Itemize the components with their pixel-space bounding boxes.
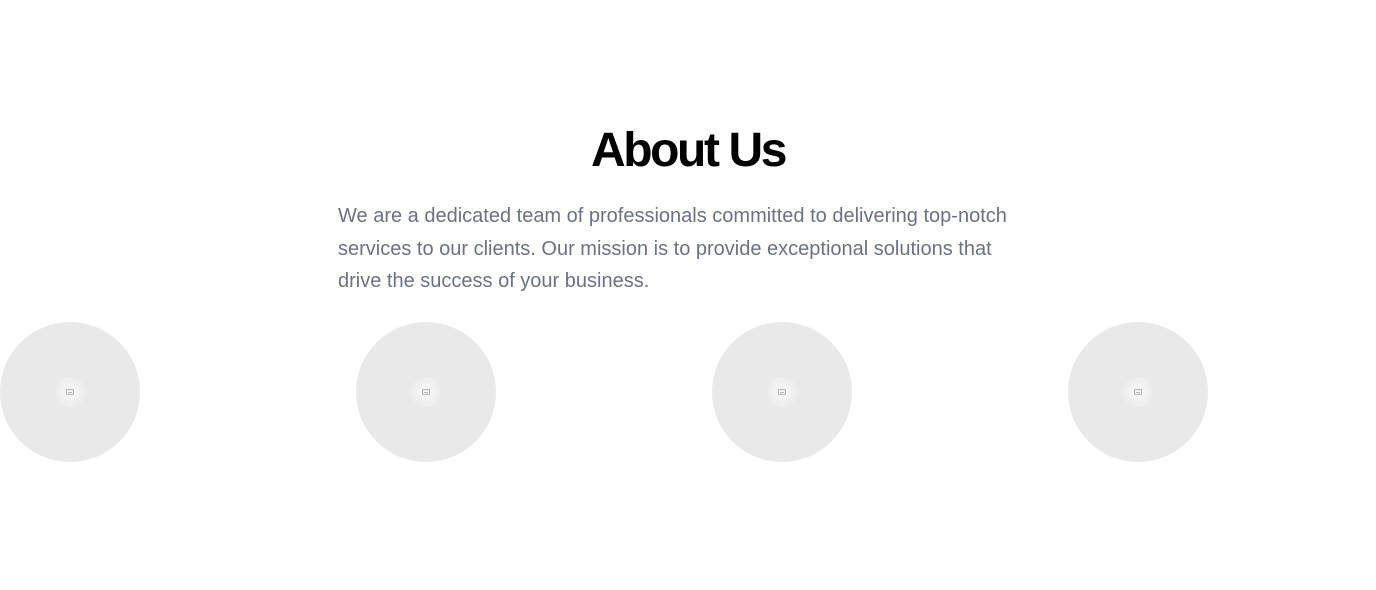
team-avatar bbox=[712, 322, 852, 462]
image-placeholder-icon bbox=[778, 389, 786, 395]
team-avatar bbox=[1068, 322, 1208, 462]
about-description: We are a dedicated team of professionals… bbox=[338, 205, 1007, 292]
about-section: About Us We are a dedicated team of prof… bbox=[0, 0, 1376, 590]
team-avatar bbox=[356, 322, 496, 462]
team-avatar bbox=[0, 322, 140, 462]
image-placeholder-icon bbox=[1134, 389, 1142, 395]
image-placeholder-icon bbox=[422, 389, 430, 395]
image-placeholder-icon bbox=[66, 389, 74, 395]
page-title: About Us bbox=[590, 124, 788, 177]
team-avatars bbox=[0, 322, 1376, 462]
